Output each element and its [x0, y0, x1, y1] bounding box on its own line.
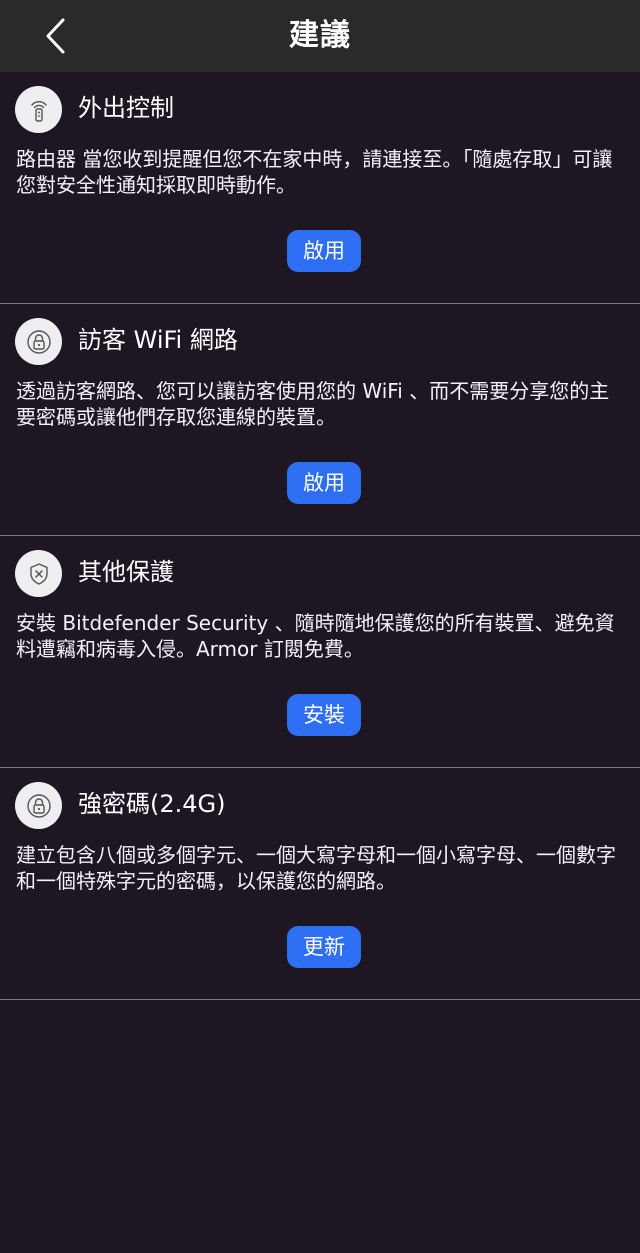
card-other-protection: 其他保護 安裝 Bitdefender Security 、隨時隨地保護您的所有…	[0, 536, 640, 768]
lock-icon	[26, 793, 51, 818]
install-security-button[interactable]: 安裝	[287, 694, 361, 736]
remote-control-icon	[30, 100, 47, 122]
enable-remote-access-button[interactable]: 啟用	[287, 230, 361, 272]
card-strong-password: 強密碼(2.4G) 建立包含八個或多個字元、一個大寫字母和一個小寫字母、一個數字…	[0, 768, 640, 1000]
enable-guest-wifi-button[interactable]: 啟用	[287, 462, 361, 504]
page-title: 建議	[289, 18, 351, 53]
card-icon-circle	[15, 782, 62, 829]
card-guest-wifi: 訪客 WiFi 網路 透過訪客網路、您可以讓訪客使用您的 WiFi 、而不需要分…	[0, 304, 640, 536]
card-description: 透過訪客網路、您可以讓訪客使用您的 WiFi 、而不需要分享您的主要密碼或讓他們…	[16, 379, 610, 429]
card-icon-circle	[15, 550, 62, 597]
card-description: 建立包含八個或多個字元、一個大寫字母和一個小寫字母、一個數字和一個特殊字元的密碼…	[16, 843, 616, 893]
card-description: 安裝 Bitdefender Security 、隨時隨地保護您的所有裝置、避免…	[16, 611, 615, 661]
lock-icon	[26, 329, 51, 354]
update-password-button[interactable]: 更新	[287, 926, 361, 968]
card-icon-circle	[15, 318, 62, 365]
card-title: 訪客 WiFi 網路	[78, 326, 238, 354]
shield-x-icon	[29, 562, 48, 585]
card-remote-access: 外出控制 路由器 當您收到提醒但您不在家中時，請連接至。「隨處存取」可讓您對安全…	[0, 72, 640, 304]
card-title: 其他保護	[78, 558, 174, 586]
card-title: 外出控制	[78, 94, 174, 122]
card-description: 路由器 當您收到提醒但您不在家中時，請連接至。「隨處存取」可讓您對安全性通知採取…	[16, 147, 613, 197]
card-icon-circle	[15, 86, 62, 133]
top-bar: 建議	[0, 0, 640, 72]
card-title: 強密碼(2.4G)	[78, 790, 226, 818]
